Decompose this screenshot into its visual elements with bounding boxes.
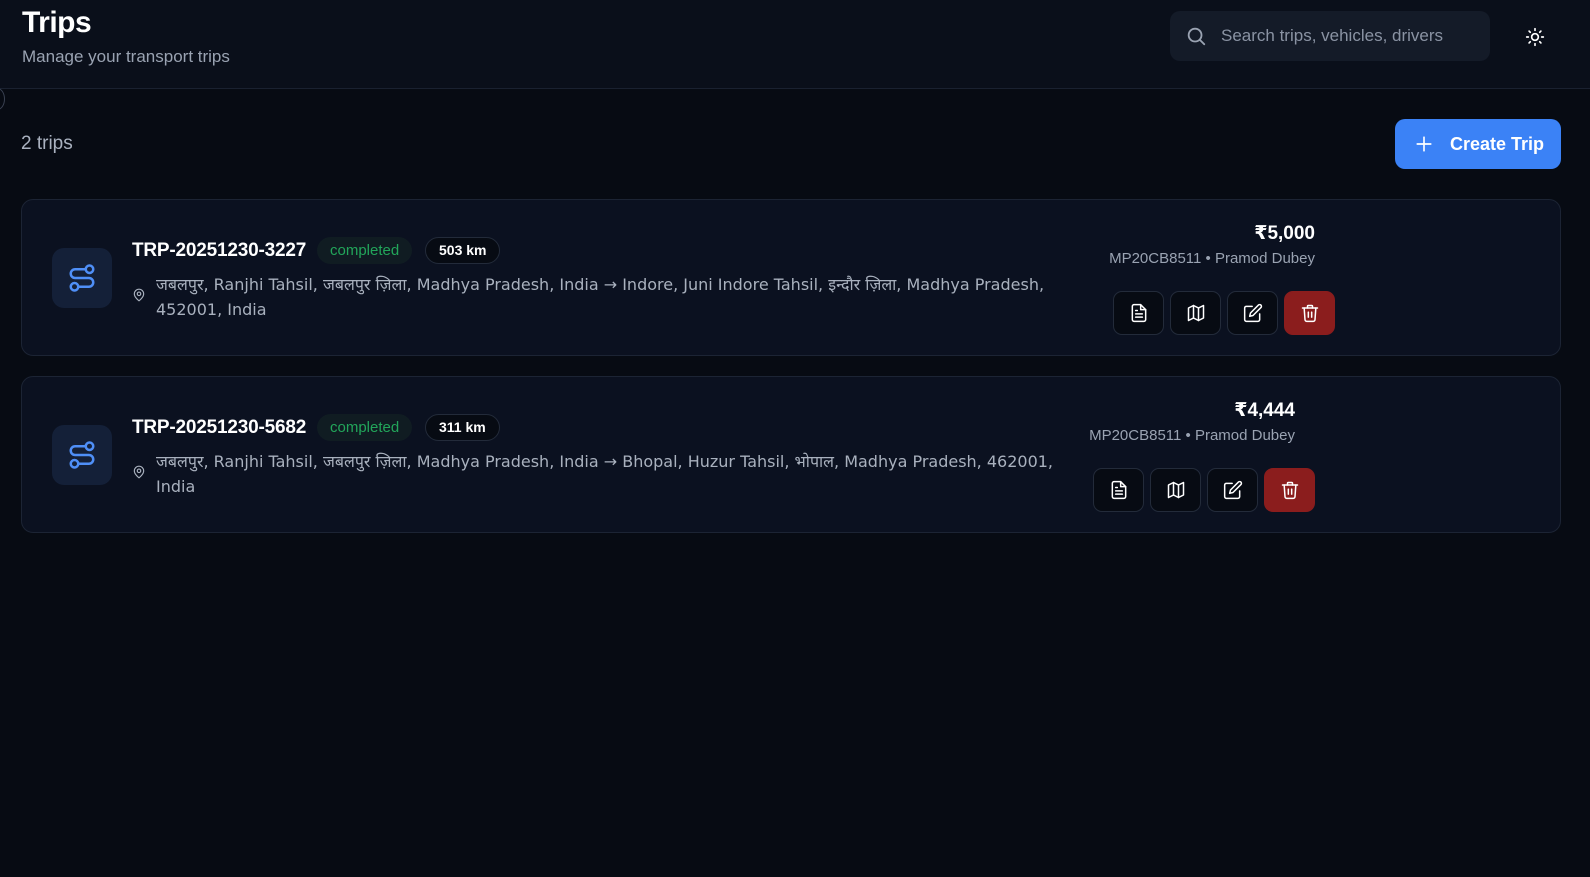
trip-amount: ₹5,000	[1254, 223, 1315, 244]
trip-card[interactable]: TRP-20251230-3227 completed 503 km जबलपु…	[21, 199, 1561, 356]
map-icon	[1186, 303, 1206, 323]
page-title: Trips	[22, 6, 92, 39]
trip-id: TRP-20251230-5682	[132, 417, 307, 438]
map-icon	[1166, 480, 1186, 500]
trip-id: TRP-20251230-3227	[132, 240, 307, 261]
edit-icon	[1223, 480, 1243, 500]
theme-toggle-button[interactable]	[1520, 24, 1550, 50]
view-map-button[interactable]	[1170, 291, 1221, 335]
trip-amount: ₹4,444	[1234, 400, 1295, 421]
trip-card[interactable]: TRP-20251230-5682 completed 311 km जबलपु…	[21, 376, 1561, 533]
trip-actions	[1093, 468, 1315, 512]
search-input[interactable]	[1221, 26, 1476, 46]
status-badge: completed	[317, 414, 413, 441]
route-icon	[52, 425, 112, 485]
sidebar-collapse-handle[interactable]	[0, 88, 5, 110]
map-pin-icon	[132, 465, 146, 479]
document-icon	[1129, 303, 1149, 323]
trip-count: 2 trips	[21, 133, 73, 154]
sun-icon	[1525, 27, 1545, 47]
status-badge: completed	[317, 237, 413, 264]
create-trip-button[interactable]: Create Trip	[1395, 119, 1561, 169]
edit-trip-button[interactable]	[1227, 291, 1278, 335]
edit-trip-button[interactable]	[1207, 468, 1258, 512]
vehicle-driver: MP20CB8511 • Pramod Dubey	[1109, 250, 1315, 267]
plus-icon	[1415, 135, 1433, 153]
map-pin-icon	[132, 288, 146, 302]
trip-actions	[1113, 291, 1335, 335]
vehicle-driver: MP20CB8511 • Pramod Dubey	[1089, 427, 1295, 444]
delete-trip-button[interactable]	[1264, 468, 1315, 512]
view-document-button[interactable]	[1093, 468, 1144, 512]
view-document-button[interactable]	[1113, 291, 1164, 335]
edit-icon	[1243, 303, 1263, 323]
route-icon	[52, 248, 112, 308]
search-bar[interactable]	[1170, 11, 1490, 61]
distance-badge: 311 km	[425, 414, 500, 441]
create-trip-label: Create Trip	[1450, 133, 1545, 154]
trip-route: जबलपुर, Ranjhi Tahsil, जबलपुर ज़िला, Mad…	[156, 452, 1054, 496]
page-header: Trips Manage your transport trips	[0, 0, 1590, 89]
distance-badge: 503 km	[425, 237, 501, 264]
trip-route: जबलपुर, Ranjhi Tahsil, जबलपुर ज़िला, Mad…	[156, 275, 1045, 319]
view-map-button[interactable]	[1150, 468, 1201, 512]
page-subtitle: Manage your transport trips	[22, 47, 230, 66]
delete-trip-button[interactable]	[1284, 291, 1335, 335]
document-icon	[1109, 480, 1129, 500]
trash-icon	[1280, 480, 1300, 500]
search-icon	[1185, 25, 1207, 47]
trash-icon	[1300, 303, 1320, 323]
